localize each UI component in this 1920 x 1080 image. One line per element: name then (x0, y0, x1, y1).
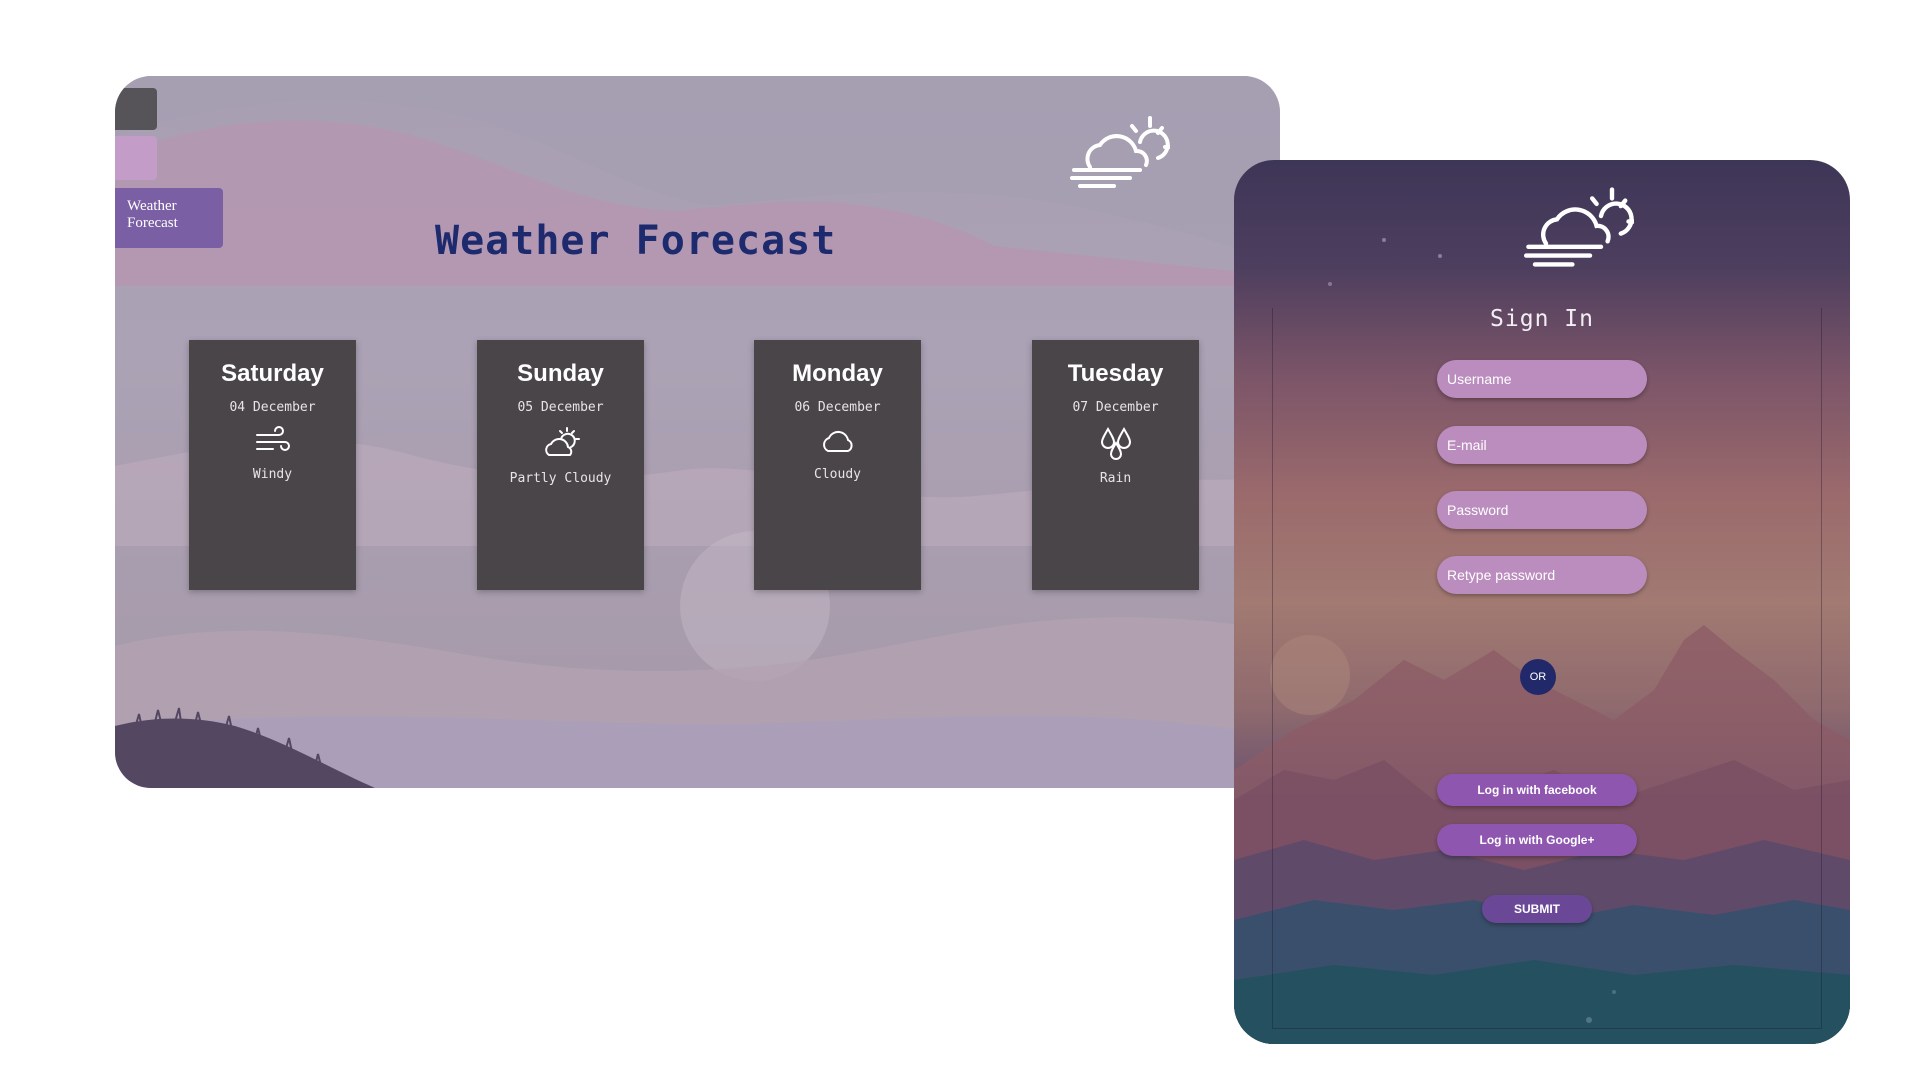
submit-button[interactable]: SUBMIT (1482, 895, 1592, 923)
day-condition: Cloudy (814, 467, 861, 482)
password-field[interactable] (1437, 491, 1647, 529)
signin-window: Sign In OR Log in with facebook Log in w… (1234, 160, 1850, 1044)
page-title: Weather Forecast (435, 218, 837, 264)
wind-icon (255, 426, 290, 451)
theme-swatch-pink[interactable] (115, 136, 157, 180)
nav-weather-forecast[interactable]: Weather Forecast (115, 188, 223, 248)
day-name: Tuesday (1067, 360, 1164, 387)
signin-title: Sign In (1490, 306, 1594, 332)
day-card-tuesday[interactable]: Tuesday 07 December Rain (1032, 340, 1199, 590)
day-date: 06 December (794, 400, 881, 415)
day-date: 04 December (229, 400, 316, 415)
day-card-sunday[interactable]: Sunday 05 December Partly Cloudy (477, 340, 644, 590)
email-field[interactable] (1437, 426, 1647, 464)
day-date: 05 December (517, 400, 604, 415)
partly-cloudy-logo-icon (1070, 116, 1170, 188)
forecast-window: Weather Forecast Weather Forecast Saturd… (115, 76, 1280, 788)
cloud-icon (822, 430, 853, 452)
or-divider: OR (1520, 659, 1556, 695)
day-card-saturday[interactable]: Saturday 04 December Windy (189, 340, 356, 590)
partly-cloudy-logo-icon (1524, 187, 1634, 267)
day-condition: Partly Cloudy (509, 471, 612, 486)
day-card-monday[interactable]: Monday 06 December Cloudy (754, 340, 921, 590)
rain-icon (1100, 426, 1131, 460)
day-name: Saturday (221, 360, 324, 387)
facebook-login-button[interactable]: Log in with facebook (1437, 774, 1637, 806)
retype-password-field[interactable] (1437, 556, 1647, 594)
day-name: Sunday (517, 360, 604, 387)
day-name: Monday (792, 360, 883, 387)
theme-swatch-dark[interactable] (115, 88, 157, 130)
partly-cloudy-icon (544, 427, 580, 456)
day-date: 07 December (1072, 400, 1159, 415)
day-condition: Windy (252, 467, 293, 482)
google-login-button[interactable]: Log in with Google+ (1437, 824, 1637, 856)
day-condition: Rain (1099, 471, 1132, 486)
username-field[interactable] (1437, 360, 1647, 398)
